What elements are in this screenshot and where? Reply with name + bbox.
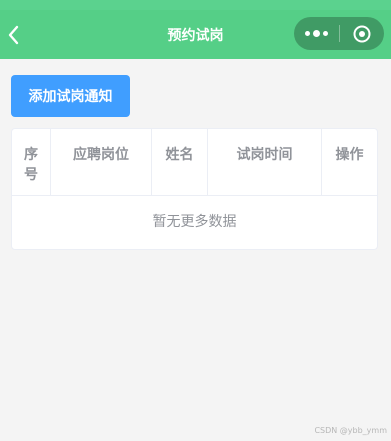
empty-state-text: 暂无更多数据 xyxy=(152,214,237,230)
column-header-time: 试岗时间 xyxy=(208,129,322,195)
column-header-index: 序号 xyxy=(12,129,51,195)
chevron-left-icon xyxy=(8,25,19,45)
table-header: 序号 应聘岗位 姓名 试岗时间 操作 xyxy=(12,129,377,196)
nav-bar: 预约试岗 xyxy=(0,10,391,59)
three-dots-icon xyxy=(304,30,330,37)
back-button[interactable] xyxy=(4,24,22,46)
target-circle-icon xyxy=(353,25,371,42)
add-trial-notice-button[interactable]: 添加试岗通知 xyxy=(11,75,130,117)
column-header-position: 应聘岗位 xyxy=(51,129,152,195)
watermark: CSDN @ybb_ymm xyxy=(314,426,387,435)
more-button[interactable] xyxy=(294,17,339,50)
trial-table: 序号 应聘岗位 姓名 试岗时间 操作 暂无更多数据 xyxy=(11,128,378,250)
column-header-name: 姓名 xyxy=(152,129,208,195)
mini-program-capsule xyxy=(294,17,384,50)
close-mini-program-button[interactable] xyxy=(340,17,384,50)
column-header-actions: 操作 xyxy=(335,147,364,163)
status-bar xyxy=(0,0,391,10)
